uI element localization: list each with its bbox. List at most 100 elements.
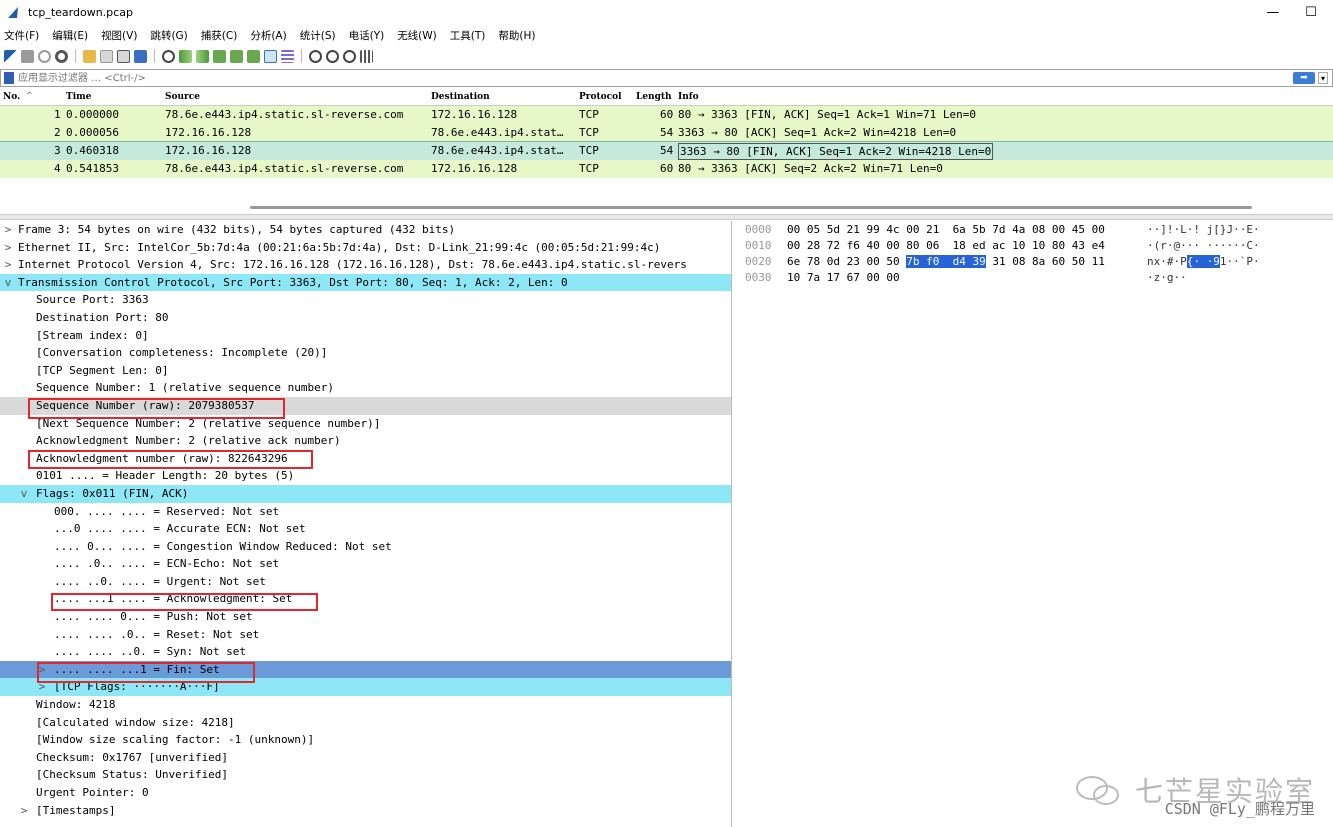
tree-row-tcp[interactable]: v Transmission Control Protocol, Src Port… [0, 273, 731, 292]
packet-row[interactable]: 4 0.541853 78.6e.e443.ip4.static.sl-reve… [0, 160, 1333, 178]
zoom-out-icon[interactable] [326, 49, 339, 63]
chevron-down-icon[interactable]: ▾ [1318, 72, 1328, 84]
menu-bar: 文件(F) 编辑(E) 视图(V) 跳转(G) 捕获(C) 分析(A) 统计(S… [0, 25, 1333, 45]
go-to-packet-icon[interactable] [213, 49, 226, 63]
packet-row[interactable]: 2 0.000056 172.16.16.128 78.6e.e443.ip4.… [0, 124, 1333, 142]
column-header-no[interactable]: No. [3, 92, 20, 102]
tree-row-label: .... .0.. .... = ECN-Echo: Not set [54, 557, 280, 571]
tree-row-flag[interactable]: ...0 .... .... = Accurate ECN: Not set [0, 520, 731, 538]
bytes-row[interactable]: 0020 6e 78 0d 23 00 50 7b f0 d4 39 31 08… [737, 254, 1333, 270]
tree-row-field[interactable]: Acknowledgment Number: 2 (relative ack n… [0, 432, 731, 450]
packet-row-selected[interactable]: 3 0.460318 172.16.16.128 78.6e.e443.ip4.… [0, 141, 1333, 161]
go-back-icon[interactable] [179, 49, 192, 63]
bytes-ascii-pre: nx·#·P [1147, 255, 1187, 268]
tree-row-ethernet[interactable]: > Ethernet II, Src: IntelCor_5b:7d:4a (00… [0, 239, 731, 257]
tree-row-field[interactable]: [Stream index: 0] [0, 327, 731, 345]
bookmark-icon[interactable] [4, 72, 14, 84]
tree-row-field[interactable]: Source Port: 3363 [0, 291, 731, 309]
maximize-button[interactable]: ☐ [1303, 5, 1319, 20]
zoom-in-icon[interactable] [309, 49, 322, 63]
tree-row-flag[interactable]: .... ..0. .... = Urgent: Not set [0, 573, 731, 591]
colorize-icon[interactable] [281, 49, 294, 63]
tree-row-field[interactable]: Destination Port: 80 [0, 309, 731, 327]
tree-row-ipv4[interactable]: > Internet Protocol Version 4, Src: 172.1… [0, 256, 731, 274]
column-header-protocol[interactable]: Protocol [579, 92, 622, 102]
chevron-down-icon[interactable]: v [18, 485, 30, 503]
menu-tools[interactable]: 工具(T) [450, 28, 486, 43]
column-header-source[interactable]: Source [165, 92, 200, 102]
open-file-icon[interactable] [83, 49, 96, 63]
packet-info: 3363 → 80 [FIN, ACK] Seq=1 Ack=2 Win=421… [678, 143, 994, 160]
tree-row-label: 000. .... .... = Reserved: Not set [54, 504, 280, 518]
close-file-icon[interactable] [117, 49, 130, 63]
stop-capture-icon[interactable] [21, 49, 34, 63]
tree-row-field[interactable]: [TCP Segment Len: 0] [0, 362, 731, 380]
packet-list-scrollbar[interactable] [250, 206, 1252, 209]
tree-row-field[interactable]: [Window size scaling factor: -1 (unknown… [0, 731, 731, 749]
menu-statistics[interactable]: 统计(S) [300, 28, 336, 43]
packet-destination: 172.16.16.128 [431, 162, 518, 175]
minimize-button[interactable]: — [1265, 5, 1281, 20]
tree-row-label: Acknowledgment Number: 2 (relative ack n… [36, 434, 341, 448]
wireshark-fin-icon [8, 7, 18, 18]
column-header-destination[interactable]: Destination [431, 92, 490, 102]
bytes-row[interactable]: 0000 00 05 5d 21 99 4c 00 21 6a 5b 7d 4a… [737, 222, 1333, 238]
tree-row-field[interactable]: [Calculated window size: 4218] [0, 714, 731, 732]
packet-row[interactable]: 1 0.000000 78.6e.e443.ip4.static.sl-reve… [0, 106, 1333, 124]
resize-columns-icon[interactable] [360, 49, 373, 63]
tree-row-field[interactable]: Urgent Pointer: 0 [0, 784, 731, 802]
go-forward-icon[interactable] [196, 49, 209, 63]
tree-row-flag[interactable]: .... .0.. .... = ECN-Echo: Not set [0, 555, 731, 573]
tree-row-flag[interactable]: 000. .... .... = Reserved: Not set [0, 503, 731, 521]
chevron-right-icon[interactable]: > [2, 256, 14, 274]
arrow-right-icon[interactable]: ➡ [1293, 72, 1315, 84]
tree-row-field[interactable]: Sequence Number: 1 (relative sequence nu… [0, 379, 731, 397]
chevron-down-icon[interactable]: v [2, 274, 14, 292]
chevron-right-icon[interactable]: > [2, 221, 14, 239]
menu-analyze[interactable]: 分析(A) [250, 28, 286, 43]
column-header-time[interactable]: Time [66, 92, 91, 102]
pane-splitter[interactable] [0, 214, 1333, 220]
chevron-right-icon[interactable]: > [18, 802, 30, 820]
column-header-length[interactable]: Length [636, 92, 672, 102]
tree-row-field[interactable]: Window: 4218 [0, 696, 731, 714]
tree-row-field[interactable]: Checksum: 0x1767 [unverified] [0, 749, 731, 767]
find-packet-icon[interactable] [162, 49, 175, 63]
tree-row-flag[interactable]: .... .... ..0. = Syn: Not set [0, 643, 731, 661]
go-first-icon[interactable] [230, 49, 243, 63]
menu-go[interactable]: 跳转(G) [150, 28, 187, 43]
bytes-row[interactable]: 0010 00 28 72 f6 40 00 80 06 18 ed ac 10… [737, 238, 1333, 254]
menu-edit[interactable]: 编辑(E) [52, 28, 88, 43]
tree-row-field[interactable]: [Checksum Status: Unverified] [0, 766, 731, 784]
packet-time: 0.000000 [66, 108, 119, 121]
menu-wireless[interactable]: 无线(W) [397, 28, 437, 43]
tree-row-flag[interactable]: .... .... .0.. = Reset: Not set [0, 626, 731, 644]
start-capture-icon[interactable] [4, 49, 17, 63]
reload-file-icon[interactable] [134, 49, 147, 63]
tree-row-label: Checksum: 0x1767 [unverified] [36, 750, 229, 764]
restart-capture-icon[interactable] [38, 49, 51, 63]
menu-telephony[interactable]: 电话(Y) [349, 28, 385, 43]
chevron-right-icon[interactable]: > [2, 239, 14, 257]
column-header-info[interactable]: Info [678, 92, 699, 102]
tree-row-frame[interactable]: > Frame 3: 54 bytes on wire (432 bits), 5… [0, 221, 731, 239]
menu-file[interactable]: 文件(F) [4, 28, 39, 43]
menu-view[interactable]: 视图(V) [101, 28, 137, 43]
tree-row-timestamps[interactable]: > [Timestamps] [0, 802, 731, 820]
bytes-hex: 6e 78 0d 23 00 50 7b f0 d4 39 31 08 8a 6… [787, 254, 1105, 270]
capture-options-icon[interactable] [55, 49, 68, 63]
bytes-row[interactable]: 0030 10 7a 17 67 00 00 ·z·g·· [737, 270, 1333, 286]
save-file-icon[interactable] [100, 49, 113, 63]
go-last-icon[interactable] [247, 49, 260, 63]
tree-row-flag[interactable]: .... 0... .... = Congestion Window Reduc… [0, 538, 731, 556]
packet-info: 80 → 3363 [FIN, ACK] Seq=1 Ack=1 Win=71 … [678, 108, 977, 121]
tree-row-field[interactable]: 0101 .... = Header Length: 20 bytes (5) [0, 467, 731, 485]
tree-row-flags[interactable]: v Flags: 0x011 (FIN, ACK) [0, 484, 731, 503]
menu-capture[interactable]: 捕获(C) [201, 28, 238, 43]
display-filter-input[interactable] [14, 71, 1293, 85]
menu-help[interactable]: 帮助(H) [498, 28, 535, 43]
packet-time: 0.000056 [66, 126, 119, 139]
tree-row-field[interactable]: [Conversation completeness: Incomplete (… [0, 344, 731, 362]
autoscroll-icon[interactable] [264, 49, 277, 63]
zoom-reset-icon[interactable] [343, 49, 356, 63]
